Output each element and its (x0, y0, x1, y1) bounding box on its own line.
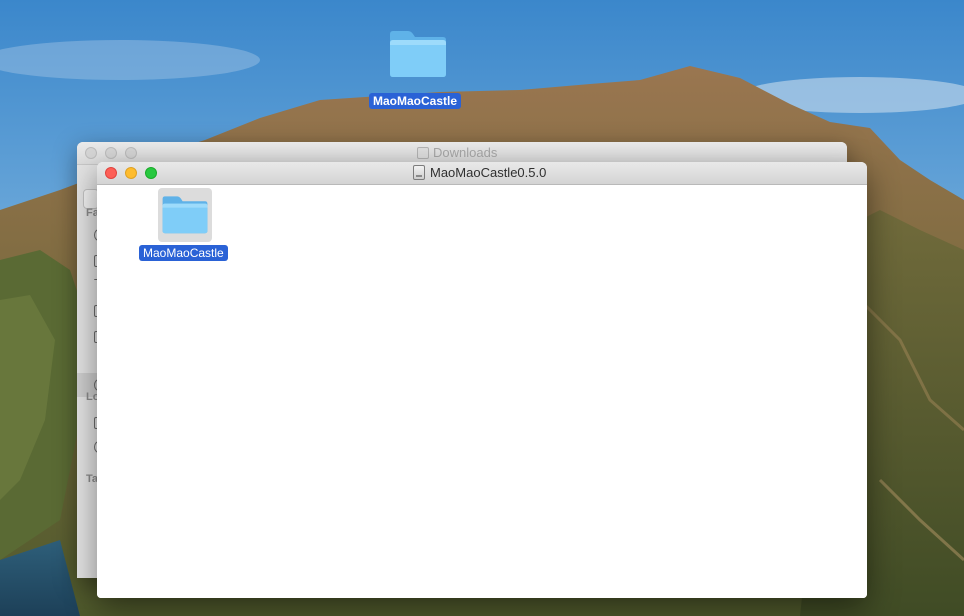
downloads-title-text: Downloads (433, 145, 498, 160)
window-content[interactable]: MaoMaoCastle (97, 185, 867, 598)
folder-item-label[interactable]: MaoMaoCastle (139, 245, 228, 261)
desktop-folder-item[interactable]: MaoMaoCastle (366, 26, 470, 110)
desktop-folder-label[interactable]: MaoMaoCastle (369, 93, 462, 109)
downloads-title: Downloads (417, 145, 497, 160)
zoom-button[interactable] (125, 147, 137, 159)
disk-image-window[interactable]: MaoMaoCastle0.5.0 MaoMaoCastle (97, 162, 867, 598)
disk-image-icon (413, 165, 425, 180)
minimize-button[interactable] (105, 147, 117, 159)
folder-selection-box[interactable] (158, 188, 212, 242)
disk-image-titlebar[interactable]: MaoMaoCastle0.5.0 (97, 162, 867, 185)
folder-item[interactable]: MaoMaoCastle (139, 188, 231, 262)
folder-icon (390, 31, 446, 77)
disk-image-title: MaoMaoCastle0.5.0 (413, 165, 546, 180)
zoom-button[interactable] (145, 167, 157, 179)
close-button[interactable] (105, 167, 117, 179)
minimize-button[interactable] (125, 167, 137, 179)
desktop: MaoMaoCastle Downloads Fa Lo Ta MaoMaoCa… (0, 0, 964, 616)
disk-image-title-text: MaoMaoCastle0.5.0 (430, 165, 547, 180)
folder-icon (162, 196, 208, 234)
close-button[interactable] (85, 147, 97, 159)
downloads-icon (417, 146, 429, 159)
